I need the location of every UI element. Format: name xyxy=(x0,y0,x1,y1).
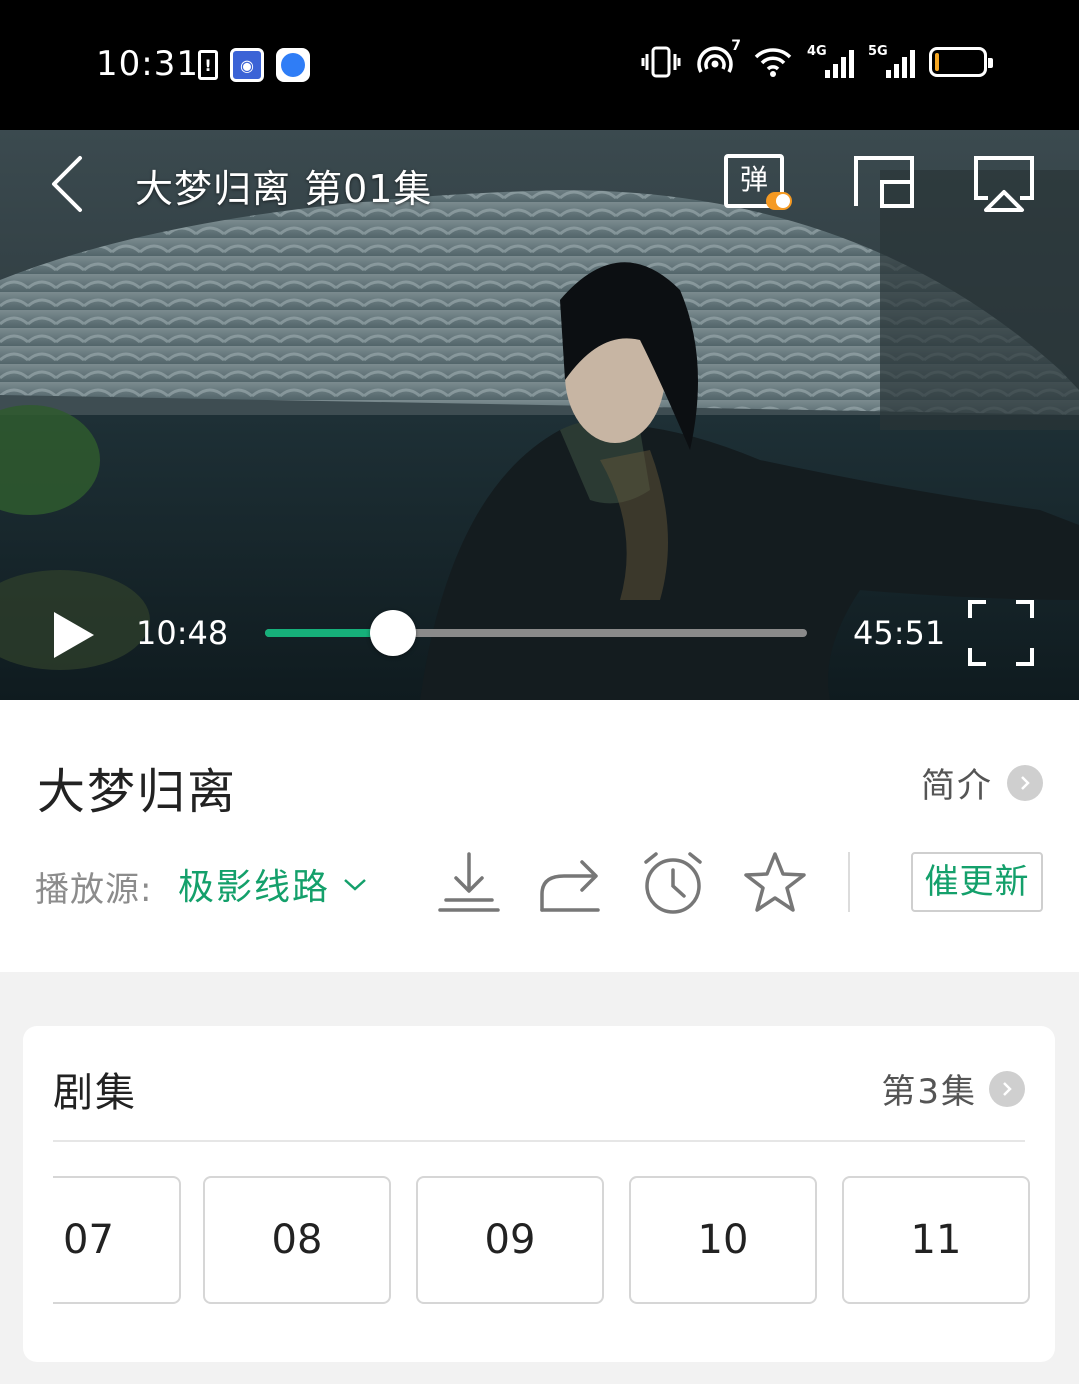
info-panel: 大梦归离 简介 播放源: 极影线路 催更新 xyxy=(0,700,1079,972)
blue-dot-app-icon xyxy=(276,48,310,82)
episode-button[interactable]: 11 xyxy=(842,1176,1030,1304)
hotspot-count: 7 xyxy=(731,38,741,54)
pip-button[interactable] xyxy=(852,154,916,210)
episodes-divider xyxy=(53,1140,1025,1142)
episodes-current-label: 第3集 xyxy=(881,1072,977,1112)
star-icon[interactable] xyxy=(742,850,808,916)
current-time: 10:48 xyxy=(136,614,229,652)
urge-update-button[interactable]: 催更新 xyxy=(911,852,1043,912)
vibrate-icon xyxy=(641,46,681,78)
chevron-down-icon xyxy=(344,879,366,891)
episode-button[interactable]: 09 xyxy=(416,1176,604,1304)
cast-button[interactable] xyxy=(972,154,1036,212)
signal-4g-icon: 4G xyxy=(807,44,854,78)
share-icon[interactable] xyxy=(538,850,604,916)
next-card-edge xyxy=(0,1384,1079,1392)
player-controls: 10:48 45:51 xyxy=(0,590,1079,680)
episode-button[interactable]: 07 xyxy=(53,1176,181,1304)
intro-label: 简介 xyxy=(921,766,993,806)
battery-alert-icon: ! xyxy=(198,50,218,80)
total-time: 45:51 xyxy=(853,614,946,652)
danmaku-switch-dot xyxy=(766,192,792,210)
video-player[interactable]: 大梦归离 第01集 弹 10:48 45:51 xyxy=(0,130,1079,700)
status-bar: 10:31 ! ◉ 7 4G 5G xyxy=(0,0,1079,130)
episodes-title: 剧集 xyxy=(53,1070,137,1116)
player-top-bar: 大梦归离 第01集 弹 xyxy=(0,130,1079,240)
intro-link[interactable]: 简介 xyxy=(921,758,1043,807)
danmaku-toggle[interactable]: 弹 xyxy=(724,154,796,214)
download-icon[interactable] xyxy=(436,850,502,916)
episode-button[interactable]: 10 xyxy=(629,1176,817,1304)
source-select[interactable]: 极影线路 xyxy=(178,858,368,910)
signal-5g-label: 5G xyxy=(868,44,888,59)
alarm-clock-icon[interactable] xyxy=(640,850,706,916)
back-button[interactable] xyxy=(40,152,100,216)
hotspot-icon: 7 xyxy=(695,38,741,80)
signal-4g-label: 4G xyxy=(807,44,827,59)
progress-thumb[interactable] xyxy=(369,610,416,656)
action-divider xyxy=(848,852,850,912)
episodes-current-link[interactable]: 第3集 xyxy=(881,1064,1025,1113)
progress-bar[interactable] xyxy=(265,610,807,656)
status-time: 10:31 xyxy=(96,44,199,84)
source-value: 极影线路 xyxy=(178,867,331,908)
episode-list[interactable]: 07 08 09 10 11 xyxy=(53,1176,1033,1306)
battery-level xyxy=(935,53,940,71)
chevron-right-icon xyxy=(1007,764,1043,801)
status-left-icons: ! ◉ xyxy=(198,48,310,82)
signal-5g-icon: 5G xyxy=(868,44,915,78)
episodes-card: 剧集 第3集 07 08 09 10 11 xyxy=(23,1026,1055,1362)
tieba-app-icon: ◉ xyxy=(230,48,264,82)
show-title: 大梦归离 xyxy=(37,764,238,820)
source-label: 播放源: xyxy=(35,870,153,910)
chevron-right-icon xyxy=(989,1070,1025,1107)
video-title: 大梦归离 第01集 xyxy=(135,167,433,211)
episode-button[interactable]: 08 xyxy=(203,1176,391,1304)
play-button[interactable] xyxy=(48,610,98,660)
status-right-icons: 7 4G 5G xyxy=(641,38,993,80)
fullscreen-button[interactable] xyxy=(966,598,1036,668)
wifi-icon xyxy=(754,48,792,77)
battery-icon xyxy=(929,47,993,77)
